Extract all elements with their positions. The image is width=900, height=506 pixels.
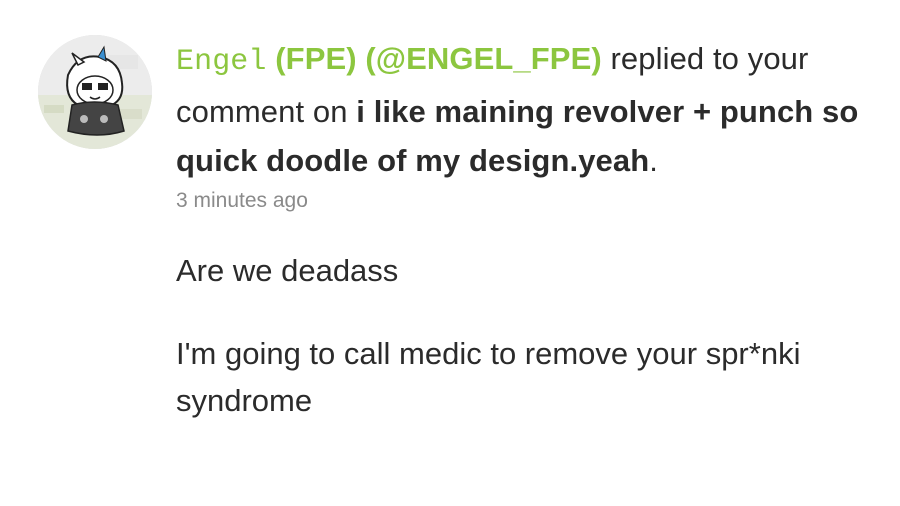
notification-content: Engel (FPE) (@ENGEL_FPE) replied to your… bbox=[176, 34, 876, 460]
notification-item[interactable]: Engel (FPE) (@ENGEL_FPE) replied to your… bbox=[0, 0, 900, 506]
username-link[interactable]: Engel bbox=[176, 45, 267, 79]
trailing-punctuation: . bbox=[649, 143, 658, 178]
timestamp: 3 minutes ago bbox=[176, 189, 308, 212]
notification-headline: Engel (FPE) (@ENGEL_FPE) replied to your… bbox=[176, 34, 876, 185]
reply-line: I'm going to call medic to remove your s… bbox=[176, 336, 801, 418]
avatar-image bbox=[38, 35, 152, 149]
user-avatar[interactable] bbox=[38, 35, 152, 149]
reply-body: Are we deadass I'm going to call medic t… bbox=[176, 247, 876, 424]
user-display-name-link[interactable]: (FPE) (@ENGEL_FPE) bbox=[275, 41, 602, 76]
reply-line: Are we deadass bbox=[176, 253, 399, 288]
